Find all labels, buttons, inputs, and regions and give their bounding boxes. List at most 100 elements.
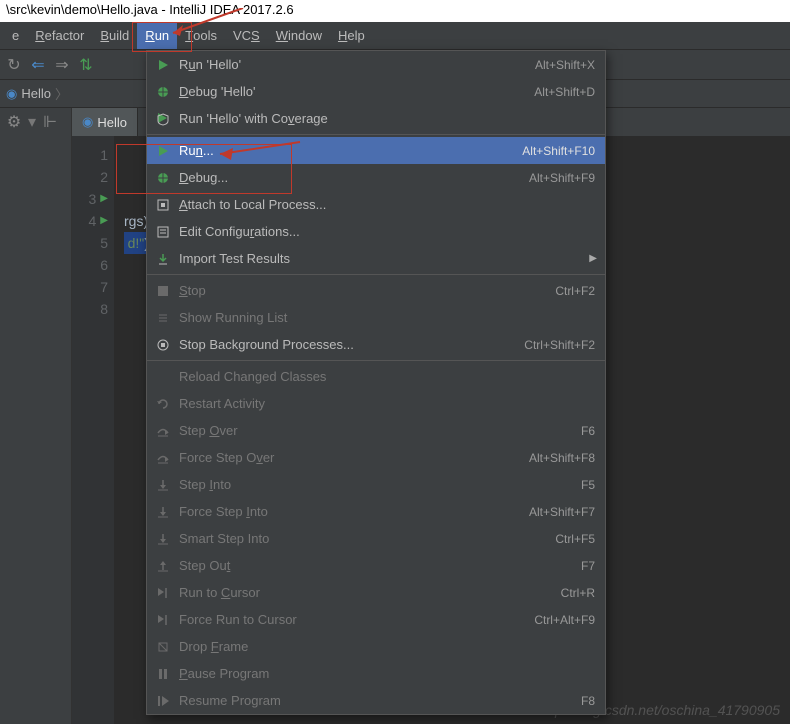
menu-item-label: Show Running List	[179, 310, 595, 325]
menu-item-label: Pause Program	[179, 666, 595, 681]
menu-refactor[interactable]: Refactor	[27, 22, 92, 49]
menu-build[interactable]: Build	[92, 22, 137, 49]
menu-item-label: Force Step Over	[179, 450, 521, 465]
run-gutter-icon[interactable]: ▶	[100, 210, 108, 232]
menu-item-debug[interactable]: Debug...Alt+Shift+F9	[147, 164, 605, 191]
menu-item-label: Debug...	[179, 170, 521, 185]
menu-item-label: Debug 'Hello'	[179, 84, 526, 99]
menu-item-run-hello[interactable]: Run 'Hello' Alt+Shift+X	[147, 51, 605, 78]
layout-icon[interactable]: ⊩	[42, 114, 58, 130]
restart-icon	[155, 396, 171, 412]
menu-shortcut: Ctrl+F5	[555, 532, 595, 546]
menu-item-label: Import Test Results	[179, 251, 595, 266]
back-icon[interactable]: ⇐	[30, 57, 46, 73]
menu-item-run[interactable]: Run... Alt+Shift+F10	[147, 137, 605, 164]
menu-item-step-out: Step Out F7	[147, 552, 605, 579]
menu-item-attach-to-local-process[interactable]: Attach to Local Process...	[147, 191, 605, 218]
menu-item-label: Run 'Hello' with Coverage	[179, 111, 595, 126]
run-menu-dropdown: Run 'Hello'Alt+Shift+XDebug 'Hello'Alt+S…	[146, 50, 606, 715]
menu-shortcut: Alt+Shift+X	[535, 58, 595, 72]
run-gutter-icon[interactable]: ▶	[100, 188, 108, 210]
menu-separator	[147, 274, 605, 275]
menu-item-resume-program: Resume ProgramF8	[147, 687, 605, 714]
menu-separator	[147, 360, 605, 361]
resume-icon	[155, 693, 171, 709]
stepout-icon	[155, 558, 171, 574]
coverage-icon	[155, 111, 171, 127]
gear-icon[interactable]: ⚙	[6, 114, 22, 130]
menu-item-label: Run 'Hello'	[179, 57, 527, 72]
menu-shortcut: F6	[581, 424, 595, 438]
left-tool-panel: ⚙ ▾ ⊩	[0, 108, 72, 724]
stepinto-icon	[155, 477, 171, 493]
menu-item-run-to-cursor: Run to Cursor Ctrl+R	[147, 579, 605, 606]
menu-tools[interactable]: Tools	[177, 22, 225, 49]
forward-icon[interactable]: ⇒	[54, 57, 70, 73]
list-icon	[155, 310, 171, 326]
menu-shortcut: Alt+Shift+F10	[522, 144, 595, 158]
run-icon	[155, 143, 171, 159]
menu-item-stop-background-processes[interactable]: Stop Background Processes... Ctrl+Shift+F…	[147, 331, 605, 358]
menu-item-edit-configurations[interactable]: Edit Configurations...	[147, 218, 605, 245]
menu-window[interactable]: Window	[268, 22, 330, 49]
menu-item-label: Restart Activity	[179, 396, 595, 411]
debug-icon	[155, 84, 171, 100]
menu-item-label: Run...	[179, 143, 514, 158]
editconf-icon	[155, 224, 171, 240]
menu-item-label: Drop Frame	[179, 639, 595, 654]
menu-shortcut: F7	[581, 559, 595, 573]
menu-item-run-hello-with-coverage[interactable]: Run 'Hello' with Coverage	[147, 105, 605, 132]
tab-label: Hello	[97, 115, 127, 130]
menu-item-label: Reload Changed Classes	[179, 369, 595, 384]
menu-item-label: Step Over	[179, 423, 573, 438]
menu-shortcut: Alt+Shift+F7	[529, 505, 595, 519]
tab-hello[interactable]: ◉ Hello	[72, 108, 138, 136]
breadcrumb-item[interactable]: ◉ Hello 〉	[6, 84, 68, 103]
menu-item-import-test-results[interactable]: Import Test Results▶	[147, 245, 605, 272]
menu-item-force-step-over: Force Step Over Alt+Shift+F8	[147, 444, 605, 471]
stopbg-icon	[155, 337, 171, 353]
menu-shortcut: Ctrl+F2	[555, 284, 595, 298]
menu-item-label: Force Run to Cursor	[179, 612, 526, 627]
menu-item-label: Force Step Into	[179, 504, 521, 519]
menu-item-label: Attach to Local Process...	[179, 197, 595, 212]
menu-item-label: Stop Background Processes...	[179, 337, 516, 352]
stepover-icon	[155, 450, 171, 466]
menu-truncated[interactable]: e	[4, 22, 27, 49]
menu-item-step-into: Step IntoF5	[147, 471, 605, 498]
menu-item-drop-frame: Drop Frame	[147, 633, 605, 660]
class-icon: ◉	[6, 86, 17, 102]
menu-shortcut: Ctrl+R	[561, 586, 595, 600]
runcursor-icon	[155, 585, 171, 601]
menu-item-label: Step Out	[179, 558, 573, 573]
menu-item-label: Edit Configurations...	[179, 224, 595, 239]
menu-item-force-step-into: Force Step Into Alt+Shift+F7	[147, 498, 605, 525]
menu-separator	[147, 134, 605, 135]
title-bar: \src\kevin\demo\Hello.java - IntelliJ ID…	[0, 0, 790, 22]
menu-help[interactable]: Help	[330, 22, 373, 49]
menu-item-reload-changed-classes: Reload Changed Classes	[147, 363, 605, 390]
menu-bar: e Refactor Build Run Tools VCS Window He…	[0, 22, 790, 50]
blank-icon	[155, 369, 171, 385]
stepinto-icon	[155, 504, 171, 520]
menu-item-step-over: Step Over F6	[147, 417, 605, 444]
menu-shortcut: Ctrl+Alt+F9	[534, 613, 595, 627]
menu-vcs[interactable]: VCS	[225, 22, 268, 49]
menu-item-label: Stop	[179, 283, 547, 298]
sort-icon[interactable]: ⇅	[78, 57, 94, 73]
dropframe-icon	[155, 639, 171, 655]
menu-shortcut: Ctrl+Shift+F2	[524, 338, 595, 352]
menu-shortcut: Alt+Shift+F8	[529, 451, 595, 465]
menu-item-label: Run to Cursor	[179, 585, 553, 600]
menu-run[interactable]: Run	[137, 22, 177, 49]
menu-item-pause-program: Pause Program	[147, 660, 605, 687]
refresh-icon[interactable]: ↻	[6, 57, 22, 73]
menu-item-restart-activity: Restart Activity	[147, 390, 605, 417]
menu-item-debug-hello[interactable]: Debug 'Hello'Alt+Shift+D	[147, 78, 605, 105]
menu-item-show-running-list: Show Running List	[147, 304, 605, 331]
menu-shortcut: F5	[581, 478, 595, 492]
stop-icon	[155, 283, 171, 299]
stepover-icon	[155, 423, 171, 439]
menu-item-label: Smart Step Into	[179, 531, 547, 546]
class-icon: ◉	[82, 114, 93, 130]
